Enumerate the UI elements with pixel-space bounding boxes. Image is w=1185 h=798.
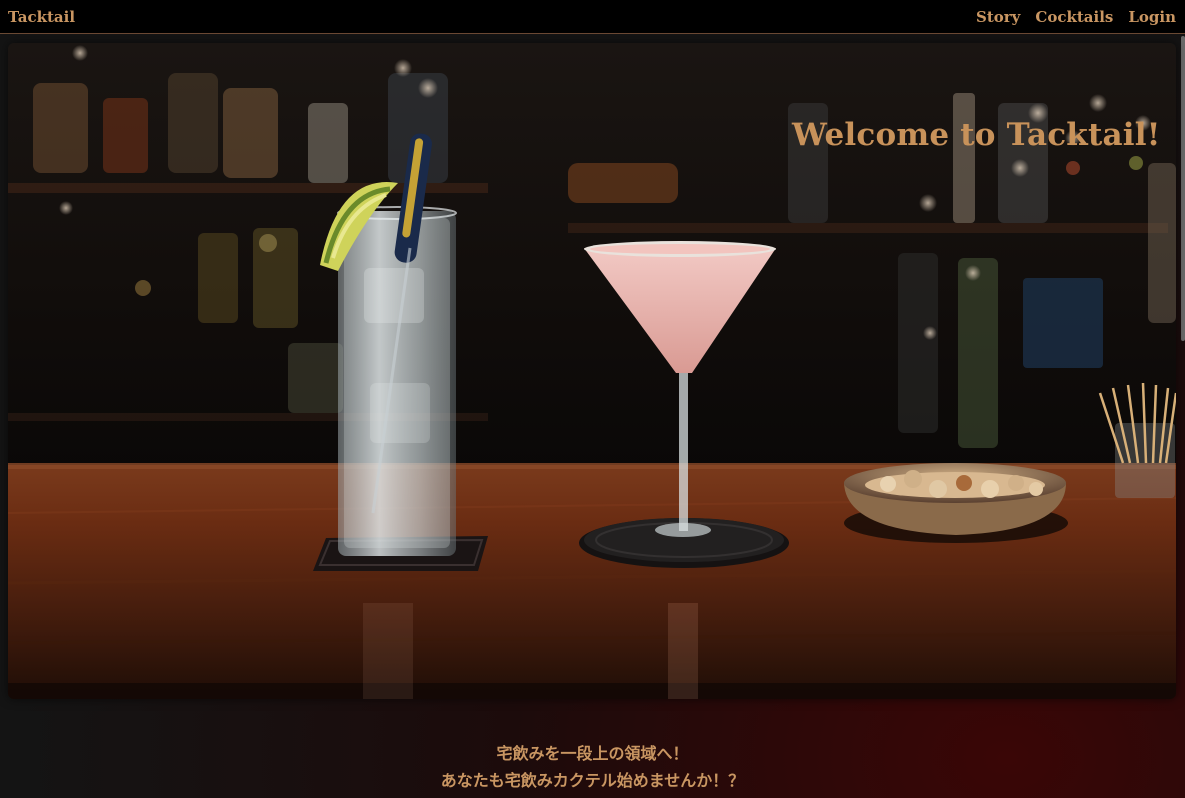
hero-banner: Welcome to Tacktail! xyxy=(8,43,1176,699)
top-navigation-bar: Tacktail Story Cocktails Login xyxy=(0,0,1185,34)
tagline-line-2: あなたも宅飲みカクテル始めませんか！？ xyxy=(440,771,745,790)
intro-tagline: 宅飲みを一段上の領域へ！ あなたも宅飲みカクテル始めませんか！？ xyxy=(0,740,1185,794)
main-nav: Story Cocktails Login xyxy=(976,8,1176,26)
brand-logo-link[interactable]: Tacktail xyxy=(8,8,75,26)
nav-link-story[interactable]: Story xyxy=(976,8,1020,26)
nav-link-cocktails[interactable]: Cocktails xyxy=(1035,8,1113,26)
hero-title: Welcome to Tacktail! xyxy=(792,117,1161,153)
nav-link-login[interactable]: Login xyxy=(1128,8,1176,26)
page-scrollbar[interactable] xyxy=(1181,36,1185,341)
tagline-line-1: 宅飲みを一段上の領域へ！ xyxy=(496,744,689,763)
